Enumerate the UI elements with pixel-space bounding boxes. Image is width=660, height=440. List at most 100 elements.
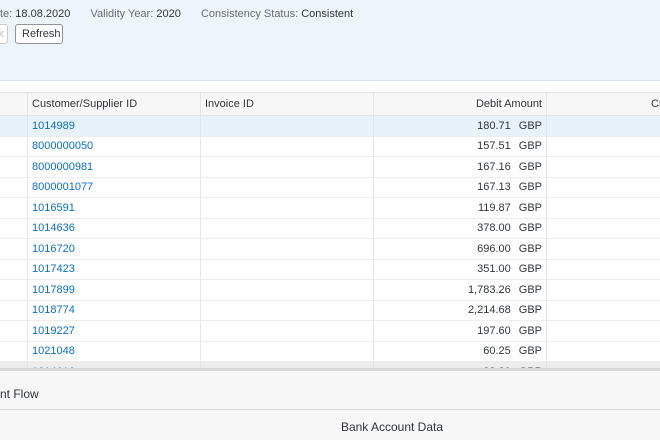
credit-amount-cell xyxy=(546,198,660,218)
customer-supplier-id-link[interactable]: 1016591 xyxy=(32,202,75,214)
table-row[interactable]: 1017423 351.00 GBP xyxy=(0,259,660,280)
invoice-id-cell xyxy=(200,177,373,197)
credit-amount-cell xyxy=(546,321,660,341)
debit-currency: GBP xyxy=(518,140,542,153)
debit-amount-value: 696.00 xyxy=(477,242,511,255)
debit-amount-cell: 157.51 GBP xyxy=(373,136,546,156)
invoice-id-cell xyxy=(200,136,373,156)
invoice-id-cell xyxy=(200,280,373,300)
debit-amount-cell: 696.00 GBP xyxy=(373,239,546,259)
customer-supplier-id-link[interactable]: 1017423 xyxy=(32,263,75,275)
payment-flow-section: nt Flow Bank Account Data xyxy=(0,371,660,440)
journal-entries-table: Customer/Supplier ID Invoice ID Debit Am… xyxy=(0,92,660,383)
customer-supplier-id-link[interactable]: 1021048 xyxy=(32,345,75,357)
customer-supplier-id-link[interactable]: 1018774 xyxy=(32,304,75,316)
column-header-customer-supplier-id[interactable]: Customer/Supplier ID xyxy=(27,93,200,115)
invoice-id-cell xyxy=(200,157,373,177)
debit-amount-cell: 167.16 GBP xyxy=(373,157,546,177)
invoice-id-cell xyxy=(200,116,373,136)
table-row[interactable]: 8000000981 167.16 GBP xyxy=(0,157,660,178)
debit-amount-value: 1,783.26 xyxy=(467,283,511,296)
table-row[interactable]: 1014989 180.71 GBP xyxy=(0,116,660,137)
credit-amount-cell xyxy=(546,300,660,320)
customer-supplier-id-link[interactable]: 1014989 xyxy=(32,120,75,132)
credit-amount-cell xyxy=(546,280,660,300)
debit-currency: GBP xyxy=(518,345,542,358)
customer-supplier-id-cell: 1018774 xyxy=(27,300,200,320)
column-header-credit-amount-label: Cr xyxy=(651,98,660,110)
customer-supplier-id-cell: 8000000050 xyxy=(27,136,200,156)
credit-amount-cell xyxy=(546,218,660,238)
customer-supplier-id-cell: 1019227 xyxy=(27,321,200,341)
section-title: nt Flow xyxy=(0,387,39,401)
refresh-button[interactable]: Refresh xyxy=(15,24,63,44)
debit-amount-value: 60.25 xyxy=(483,345,511,358)
bank-account-data-heading: Bank Account Data xyxy=(340,420,444,434)
invoice-id-cell xyxy=(200,341,373,361)
invoice-id-cell xyxy=(200,198,373,218)
header-info-line: te: 18.08.2020 Validity Year: 2020 Consi… xyxy=(0,8,353,20)
column-header-invoice-id[interactable]: Invoice ID xyxy=(200,93,373,115)
debit-amount-cell: 1,783.26 GBP xyxy=(373,280,546,300)
credit-amount-cell xyxy=(546,341,660,361)
customer-supplier-id-link[interactable]: 1016720 xyxy=(32,243,75,255)
table-row[interactable]: 1021048 60.25 GBP xyxy=(0,341,660,362)
credit-amount-cell xyxy=(546,157,660,177)
debit-amount-value: 197.60 xyxy=(477,324,511,337)
customer-supplier-id-cell: 1017423 xyxy=(27,259,200,279)
debit-currency: GBP xyxy=(518,304,542,317)
date-label: te: xyxy=(0,8,13,20)
customer-supplier-id-cell: 1016720 xyxy=(27,239,200,259)
debit-amount-cell: 60.25 GBP xyxy=(373,341,546,361)
invoice-id-cell xyxy=(200,239,373,259)
debit-amount-cell: 197.60 GBP xyxy=(373,321,546,341)
table-row[interactable]: 1018774 2,214.68 GBP xyxy=(0,300,660,321)
debit-currency: GBP xyxy=(518,263,542,276)
customer-supplier-id-cell: 1021048 xyxy=(27,341,200,361)
customer-supplier-id-cell: 8000000981 xyxy=(27,157,200,177)
debit-amount-value: 2,214.68 xyxy=(467,304,511,317)
debit-amount-value: 157.51 xyxy=(477,140,511,153)
debit-amount-cell: 378.00 GBP xyxy=(373,218,546,238)
table-row[interactable]: 8000000050 157.51 GBP xyxy=(0,136,660,157)
debit-currency: GBP xyxy=(518,160,542,173)
customer-supplier-id-cell: 1016591 xyxy=(27,198,200,218)
table-row[interactable]: 1016720 696.00 GBP xyxy=(0,239,660,260)
debit-currency: GBP xyxy=(518,324,542,337)
table-row[interactable]: 1014636 378.00 GBP xyxy=(0,218,660,239)
invoice-id-cell xyxy=(200,259,373,279)
debit-amount-cell: 167.13 GBP xyxy=(373,177,546,197)
consistency-status-value: Consistent xyxy=(301,8,354,20)
customer-supplier-id-link[interactable]: 8000000050 xyxy=(32,140,93,152)
table-row[interactable]: 8000001077 167.13 GBP xyxy=(0,177,660,198)
partial-action-button[interactable]: k xyxy=(0,24,8,44)
customer-supplier-id-link[interactable]: 1019227 xyxy=(32,325,75,337)
table-row[interactable]: 1016591 119.87 GBP xyxy=(0,198,660,219)
customer-supplier-id-cell: 1014636 xyxy=(27,218,200,238)
date-value: 18.08.2020 xyxy=(15,8,71,20)
section-divider xyxy=(0,409,660,410)
credit-amount-cell xyxy=(546,116,660,136)
validity-year-label: Validity Year: xyxy=(90,8,154,20)
credit-amount-cell xyxy=(546,136,660,156)
debit-amount-cell: 2,214.68 GBP xyxy=(373,300,546,320)
debit-currency: GBP xyxy=(518,119,542,132)
debit-amount-value: 119.87 xyxy=(477,201,511,214)
page-header: te: 18.08.2020 Validity Year: 2020 Consi… xyxy=(0,0,660,81)
credit-amount-cell xyxy=(546,239,660,259)
column-header-credit-amount[interactable]: Cr xyxy=(546,93,660,115)
debit-currency: GBP xyxy=(518,283,542,296)
table-row[interactable]: 1017899 1,783.26 GBP xyxy=(0,280,660,301)
debit-currency: GBP xyxy=(518,181,542,194)
customer-supplier-id-cell: 1014989 xyxy=(27,116,200,136)
column-header-debit-amount[interactable]: Debit Amount xyxy=(373,93,546,115)
table-row[interactable]: 1019227 197.60 GBP xyxy=(0,321,660,342)
customer-supplier-id-link[interactable]: 1017899 xyxy=(32,284,75,296)
debit-currency: GBP xyxy=(518,242,542,255)
customer-supplier-id-link[interactable]: 1014636 xyxy=(32,222,75,234)
customer-supplier-id-link[interactable]: 8000001077 xyxy=(32,181,93,193)
customer-supplier-id-link[interactable]: 8000000981 xyxy=(32,161,93,173)
debit-currency: GBP xyxy=(518,222,542,235)
debit-amount-value: 180.71 xyxy=(477,119,511,132)
debit-amount-cell: 119.87 GBP xyxy=(373,198,546,218)
